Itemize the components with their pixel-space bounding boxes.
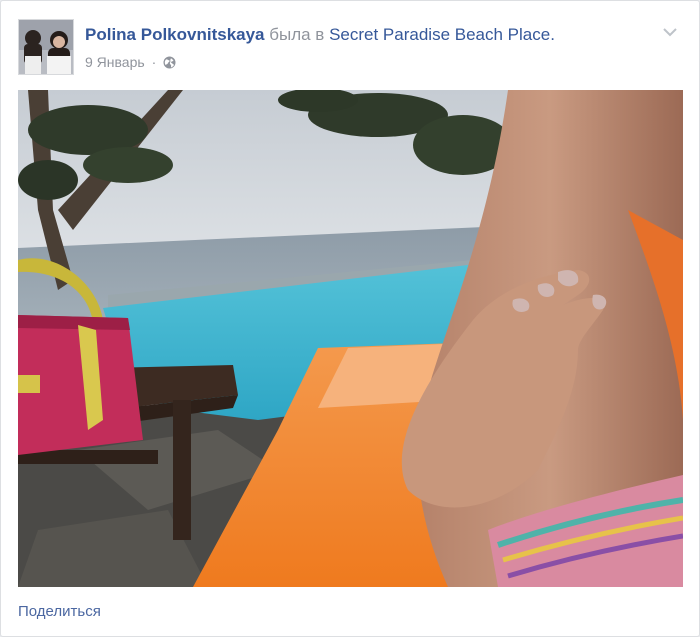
- post-byline: Polina Polkovnitskaya была в Secret Para…: [85, 24, 555, 46]
- post-card: Polina Polkovnitskaya была в Secret Para…: [0, 0, 700, 637]
- post-meta: 9 Январь ·: [85, 52, 176, 74]
- byline-verb: была в: [269, 25, 325, 44]
- post-photo[interactable]: [18, 90, 683, 587]
- post-date[interactable]: 9 Январь: [85, 54, 145, 70]
- meta-separator: ·: [151, 54, 157, 70]
- post-header: Polina Polkovnitskaya была в Secret Para…: [18, 19, 682, 79]
- globe-icon[interactable]: [163, 54, 176, 74]
- author-name-link[interactable]: Polina Polkovnitskaya: [85, 25, 265, 44]
- chevron-down-icon[interactable]: [662, 25, 678, 37]
- avatar[interactable]: [18, 19, 74, 75]
- share-link[interactable]: Поделиться: [18, 602, 101, 622]
- place-link[interactable]: Secret Paradise Beach Place: [329, 25, 550, 44]
- byline-punctuation: .: [550, 25, 555, 44]
